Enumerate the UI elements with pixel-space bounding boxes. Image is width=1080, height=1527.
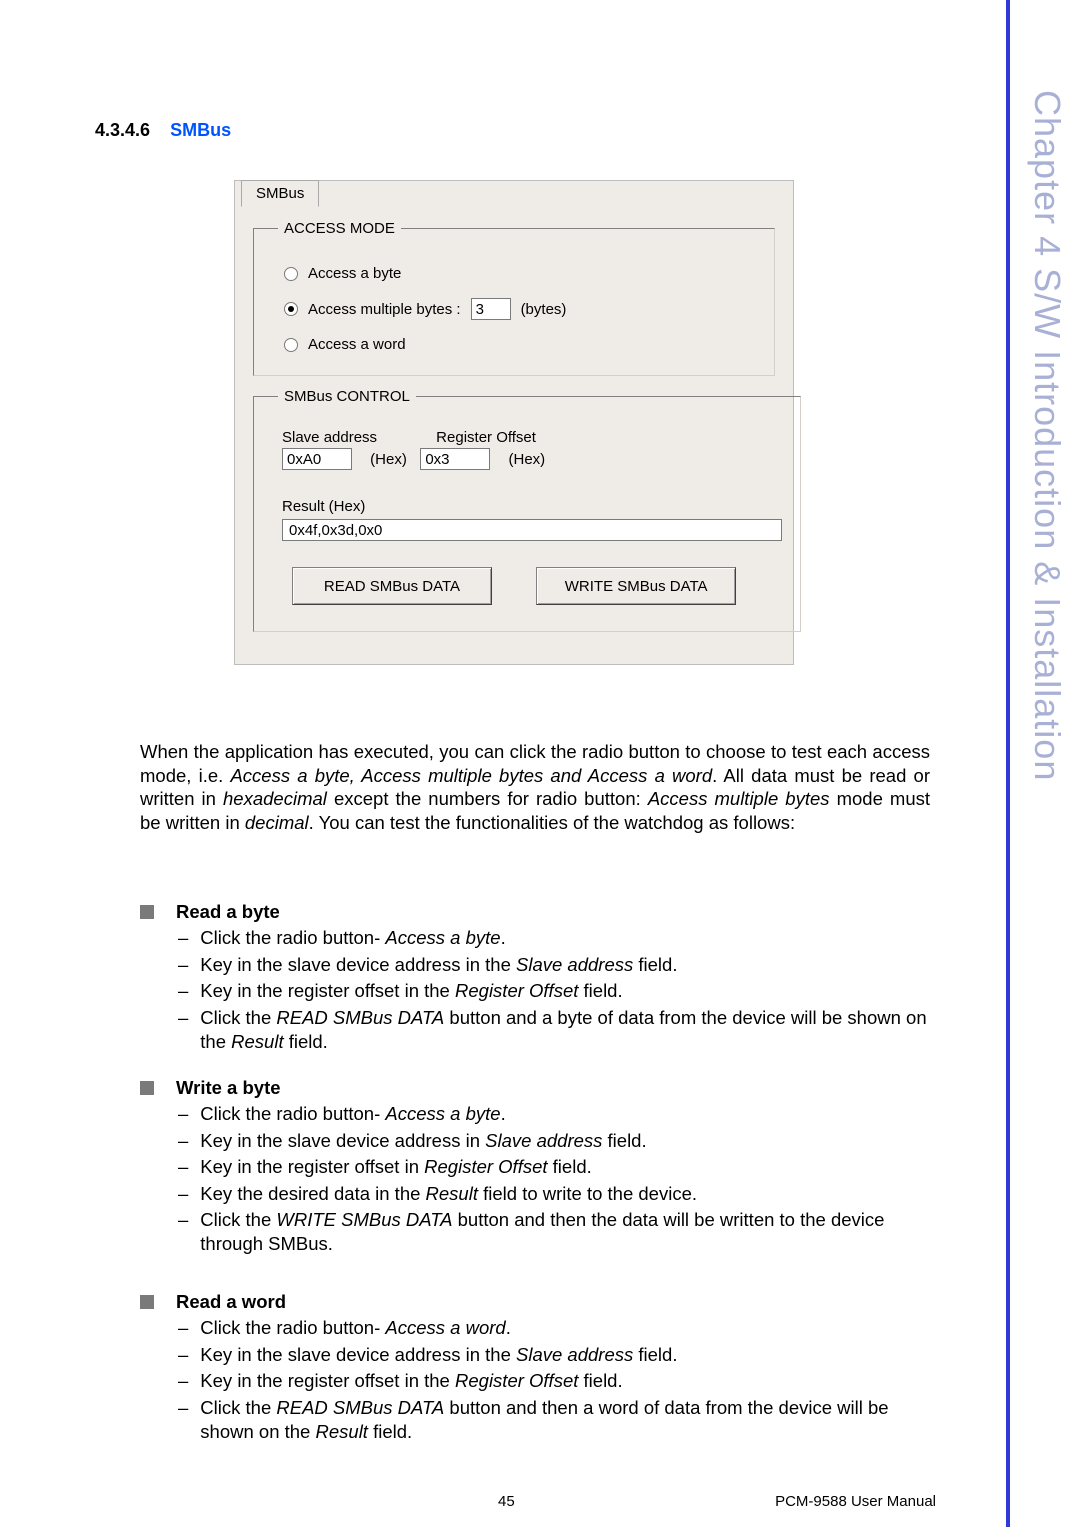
radio-icon bbox=[284, 338, 298, 352]
smbus-dialog: SMBus ACCESS MODE Access a byte Access m… bbox=[234, 180, 794, 665]
list-item: Click the radio button- Access a byte. bbox=[200, 926, 930, 950]
write-byte-heading: Write a byte bbox=[176, 1076, 281, 1100]
smbus-control-legend: SMBus CONTROL bbox=[278, 388, 416, 405]
page-number: 45 bbox=[498, 1493, 515, 1510]
radio-access-byte[interactable]: Access a byte bbox=[284, 265, 756, 282]
radio-icon bbox=[284, 267, 298, 281]
list-item: Key the desired data in the Result field… bbox=[200, 1182, 930, 1206]
intro-paragraph: When the application has executed, you c… bbox=[140, 740, 930, 835]
radio-label: Access a byte bbox=[308, 265, 401, 282]
access-mode-legend: ACCESS MODE bbox=[278, 220, 401, 237]
access-mode-group: ACCESS MODE Access a byte Access multipl… bbox=[253, 220, 775, 376]
list-item: Click the WRITE SMBus DATA button and th… bbox=[200, 1208, 930, 1257]
radio-icon bbox=[284, 302, 298, 316]
slave-address-input[interactable]: 0xA0 bbox=[282, 448, 352, 470]
result-label: Result (Hex) bbox=[282, 498, 365, 515]
section-title: SMBus bbox=[170, 120, 231, 140]
read-word-section: Read a word –Click the radio button- Acc… bbox=[140, 1290, 930, 1444]
list-item: Key in the slave device address in Slave… bbox=[200, 1129, 930, 1153]
tab-smbus[interactable]: SMBus bbox=[241, 180, 319, 207]
read-byte-heading: Read a byte bbox=[176, 900, 280, 924]
list-item: Key in the register offset in Register O… bbox=[200, 1155, 930, 1179]
list-item: Key in the slave device address in the S… bbox=[200, 1343, 930, 1367]
register-offset-label: Register Offset bbox=[436, 429, 536, 446]
smbus-control-group: SMBus CONTROL Slave address Register Off… bbox=[253, 388, 801, 632]
list-item: Click the radio button- Access a word. bbox=[200, 1316, 930, 1340]
register-offset-input[interactable]: 0x3 bbox=[420, 448, 490, 470]
write-smbus-button[interactable]: WRITE SMBus DATA bbox=[536, 567, 736, 605]
list-item: Key in the slave device address in the S… bbox=[200, 953, 930, 977]
list-item: Click the READ SMBus DATA button and a b… bbox=[200, 1006, 930, 1055]
hex-label: (Hex) bbox=[495, 451, 546, 468]
list-item: Click the READ SMBus DATA button and the… bbox=[200, 1396, 930, 1445]
result-input[interactable]: 0x4f,0x3d,0x0 bbox=[282, 519, 782, 541]
radio-label: Access a word bbox=[308, 336, 406, 353]
list-item: Key in the register offset in the Regist… bbox=[200, 979, 930, 1003]
square-bullet-icon bbox=[140, 1295, 154, 1309]
square-bullet-icon bbox=[140, 1081, 154, 1095]
read-smbus-button[interactable]: READ SMBus DATA bbox=[292, 567, 492, 605]
radio-access-word[interactable]: Access a word bbox=[284, 336, 756, 353]
square-bullet-icon bbox=[140, 905, 154, 919]
read-byte-section: Read a byte –Click the radio button- Acc… bbox=[140, 900, 930, 1054]
write-byte-section: Write a byte –Click the radio button- Ac… bbox=[140, 1076, 930, 1257]
radio-access-multiple[interactable]: Access multiple bytes : 3 (bytes) bbox=[284, 298, 756, 320]
list-item: Key in the register offset in the Regist… bbox=[200, 1369, 930, 1393]
read-word-heading: Read a word bbox=[176, 1290, 286, 1314]
section-heading: 4.3.4.6 SMBus bbox=[95, 120, 231, 141]
radio-label: Access multiple bytes : bbox=[308, 301, 461, 318]
slave-address-label: Slave address bbox=[282, 429, 432, 446]
chapter-side-tab: Chapter 4 S/W Introduction & Installatio… bbox=[1006, 0, 1080, 1527]
chapter-side-text: Chapter 4 S/W Introduction & Installatio… bbox=[1026, 90, 1068, 781]
list-item: Click the radio button- Access a byte. bbox=[200, 1102, 930, 1126]
section-number: 4.3.4.6 bbox=[95, 120, 150, 140]
bytes-unit: (bytes) bbox=[521, 301, 567, 318]
hex-label: (Hex) bbox=[356, 451, 416, 468]
manual-title: PCM-9588 User Manual bbox=[775, 1493, 936, 1510]
multiple-bytes-input[interactable]: 3 bbox=[471, 298, 511, 320]
